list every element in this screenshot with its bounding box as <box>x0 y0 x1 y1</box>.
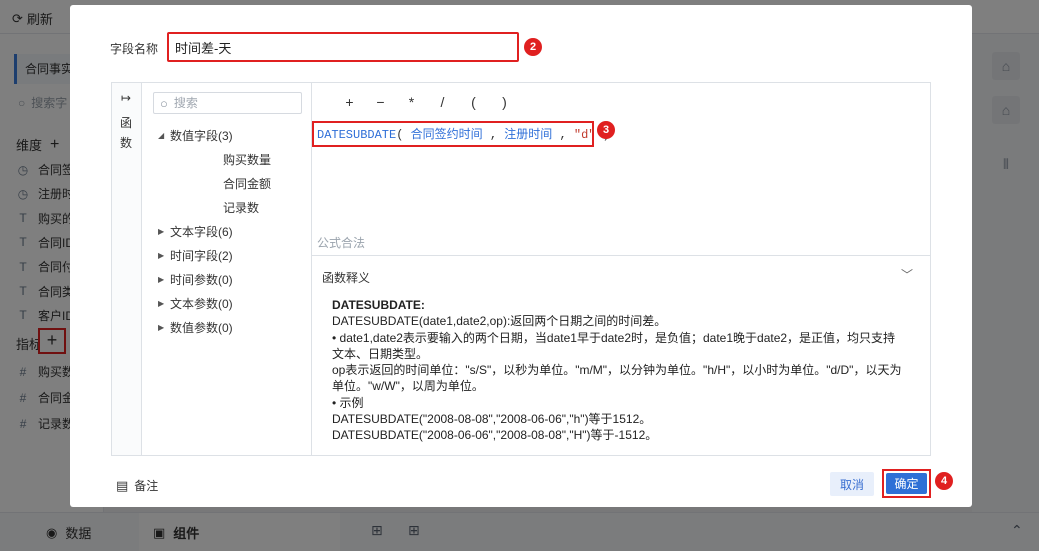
callout-badge-3: 3 <box>597 121 615 139</box>
tree-group-label: 文本字段(6) <box>170 225 233 239</box>
confirm-button[interactable]: 确定 <box>886 473 927 494</box>
caret-down-icon: ◢ <box>158 131 165 140</box>
caret-right-icon: ▶ <box>158 227 165 236</box>
explanation-line: op表示返回的时间单位："s/S"，以秒为单位。"m/M"，以分钟为单位。"h/… <box>332 363 902 378</box>
operator-button[interactable]: / <box>427 94 458 110</box>
explanation-title: 函数释义 <box>322 271 371 285</box>
tree-field[interactable]: 合同金额 <box>223 175 271 192</box>
operator-button[interactable]: − <box>365 94 396 110</box>
note-icon: ▤ <box>116 477 129 493</box>
tree-group[interactable]: ▶ 文本字段(6) <box>158 223 233 240</box>
operator-button[interactable]: ( <box>458 94 489 110</box>
callout-badge-2: 2 <box>524 38 542 56</box>
field-tree: ○ ◢ 数值字段(3) 购买数量合同金额记录数 ▶ 文本字段(6) ▶ 时间字段(2) ▶ 时间… <box>142 83 312 455</box>
explanation-line: DATESUBDATE(date1,date2,op):返回两个日期之间的时间差… <box>332 314 667 329</box>
tree-search-input[interactable] <box>173 96 294 110</box>
chevron-down-icon[interactable]: ﹀ <box>901 266 913 283</box>
operator-bar: + − * /() <box>312 83 930 121</box>
caret-right-icon: ▶ <box>158 323 165 332</box>
formula-arg-3: "d" <box>573 128 596 142</box>
explanation-line: 单位。"w/W"，以周为单位。 <box>332 379 484 394</box>
tree-field[interactable]: 购买数量 <box>223 151 271 168</box>
operator-button[interactable]: + <box>334 94 365 110</box>
tree-group[interactable]: ◢ 数值字段(3) <box>158 127 233 144</box>
explanation-line: DATESUBDATE("2008-08-08","2008-06-06","h… <box>332 412 652 427</box>
function-tab[interactable]: ↦ 函数 <box>112 83 142 455</box>
explanation-line: • date1,date2表示要输入的两个日期，当date1早于date2时，是… <box>332 330 896 345</box>
operator-button[interactable]: ) <box>489 94 520 110</box>
tree-field[interactable]: 记录数 <box>223 199 259 216</box>
note-label: 备注 <box>134 479 159 493</box>
tree-group-label: 文本参数(0) <box>170 297 233 311</box>
formula-input[interactable]: DATESUBDATE( 合同签约时间 , 注册时间 , "d" ) <box>312 121 610 147</box>
tree-group[interactable]: ▶ 文本参数(0) <box>158 295 233 312</box>
caret-right-icon: ▶ <box>158 299 165 308</box>
formula-open-paren: ( <box>396 128 411 142</box>
callout-badge-4: 4 <box>935 472 953 490</box>
cancel-button[interactable]: 取消 <box>830 472 874 496</box>
caret-right-icon: ▶ <box>158 275 165 284</box>
note-button[interactable]: ▤ 备注 <box>116 477 158 494</box>
tree-group[interactable]: ▶ 时间参数(0) <box>158 271 233 288</box>
search-icon: ○ <box>160 95 168 111</box>
caret-right-icon: ▶ <box>158 251 165 260</box>
calculated-field-dialog: 字段名称 2 ↦ 函数 ○ ◢ 数值字段(3) 购买数量合同金额记录数 ▶ 文本字段(6… <box>70 5 972 507</box>
formula-validity: 公式合法 <box>317 236 366 250</box>
tree-group-label: 数值字段(3) <box>170 129 233 143</box>
explanation-line: • 示例 <box>332 395 364 410</box>
operator-button[interactable]: * <box>396 94 427 110</box>
tree-group[interactable]: ▶ 时间字段(2) <box>158 247 233 264</box>
formula-sep-2: , <box>552 128 574 142</box>
formula-sep-1: , <box>482 128 505 142</box>
explanation-line: 文本、日期类型。 <box>332 346 429 361</box>
expand-icon: ↦ <box>121 91 132 105</box>
explanation-line: DATESUBDATE("2008-06-06","2008-08-08","H… <box>332 428 658 443</box>
field-name-label: 字段名称 <box>110 42 159 56</box>
tree-group-label: 数值参数(0) <box>170 321 233 335</box>
formula-arg-2: 注册时间 <box>504 127 553 141</box>
formula-editor: ↦ 函数 ○ ◢ 数值字段(3) 购买数量合同金额记录数 ▶ 文本字段(6) ▶ 时间字段(… <box>111 82 931 456</box>
tree-group[interactable]: ▶ 数值参数(0) <box>158 319 233 336</box>
field-name-input[interactable] <box>167 32 519 62</box>
formula-function: DATESUBDATE <box>317 128 397 142</box>
formula-arg-1: 合同签约时间 <box>410 127 483 141</box>
confirm-button-highlight: 确定 <box>882 469 931 498</box>
formula-pane: + − * /() DATESUBDATE( 合同签约时间 , 注册时间 , "d" … <box>312 83 930 455</box>
tree-group-label: 时间参数(0) <box>170 273 233 287</box>
function-explanation: 函数释义 ﹀ DATESUBDATE: DATESUBDATE(date1,dat… <box>312 255 930 455</box>
tree-search[interactable]: ○ <box>153 92 302 114</box>
explanation-body: DATESUBDATE: DATESUBDATE(date1,date2,op):… <box>332 297 917 444</box>
tree-group-label: 时间字段(2) <box>170 249 233 263</box>
function-tab-label: 函数 <box>120 116 133 150</box>
explanation-line: DATESUBDATE: <box>332 298 425 312</box>
